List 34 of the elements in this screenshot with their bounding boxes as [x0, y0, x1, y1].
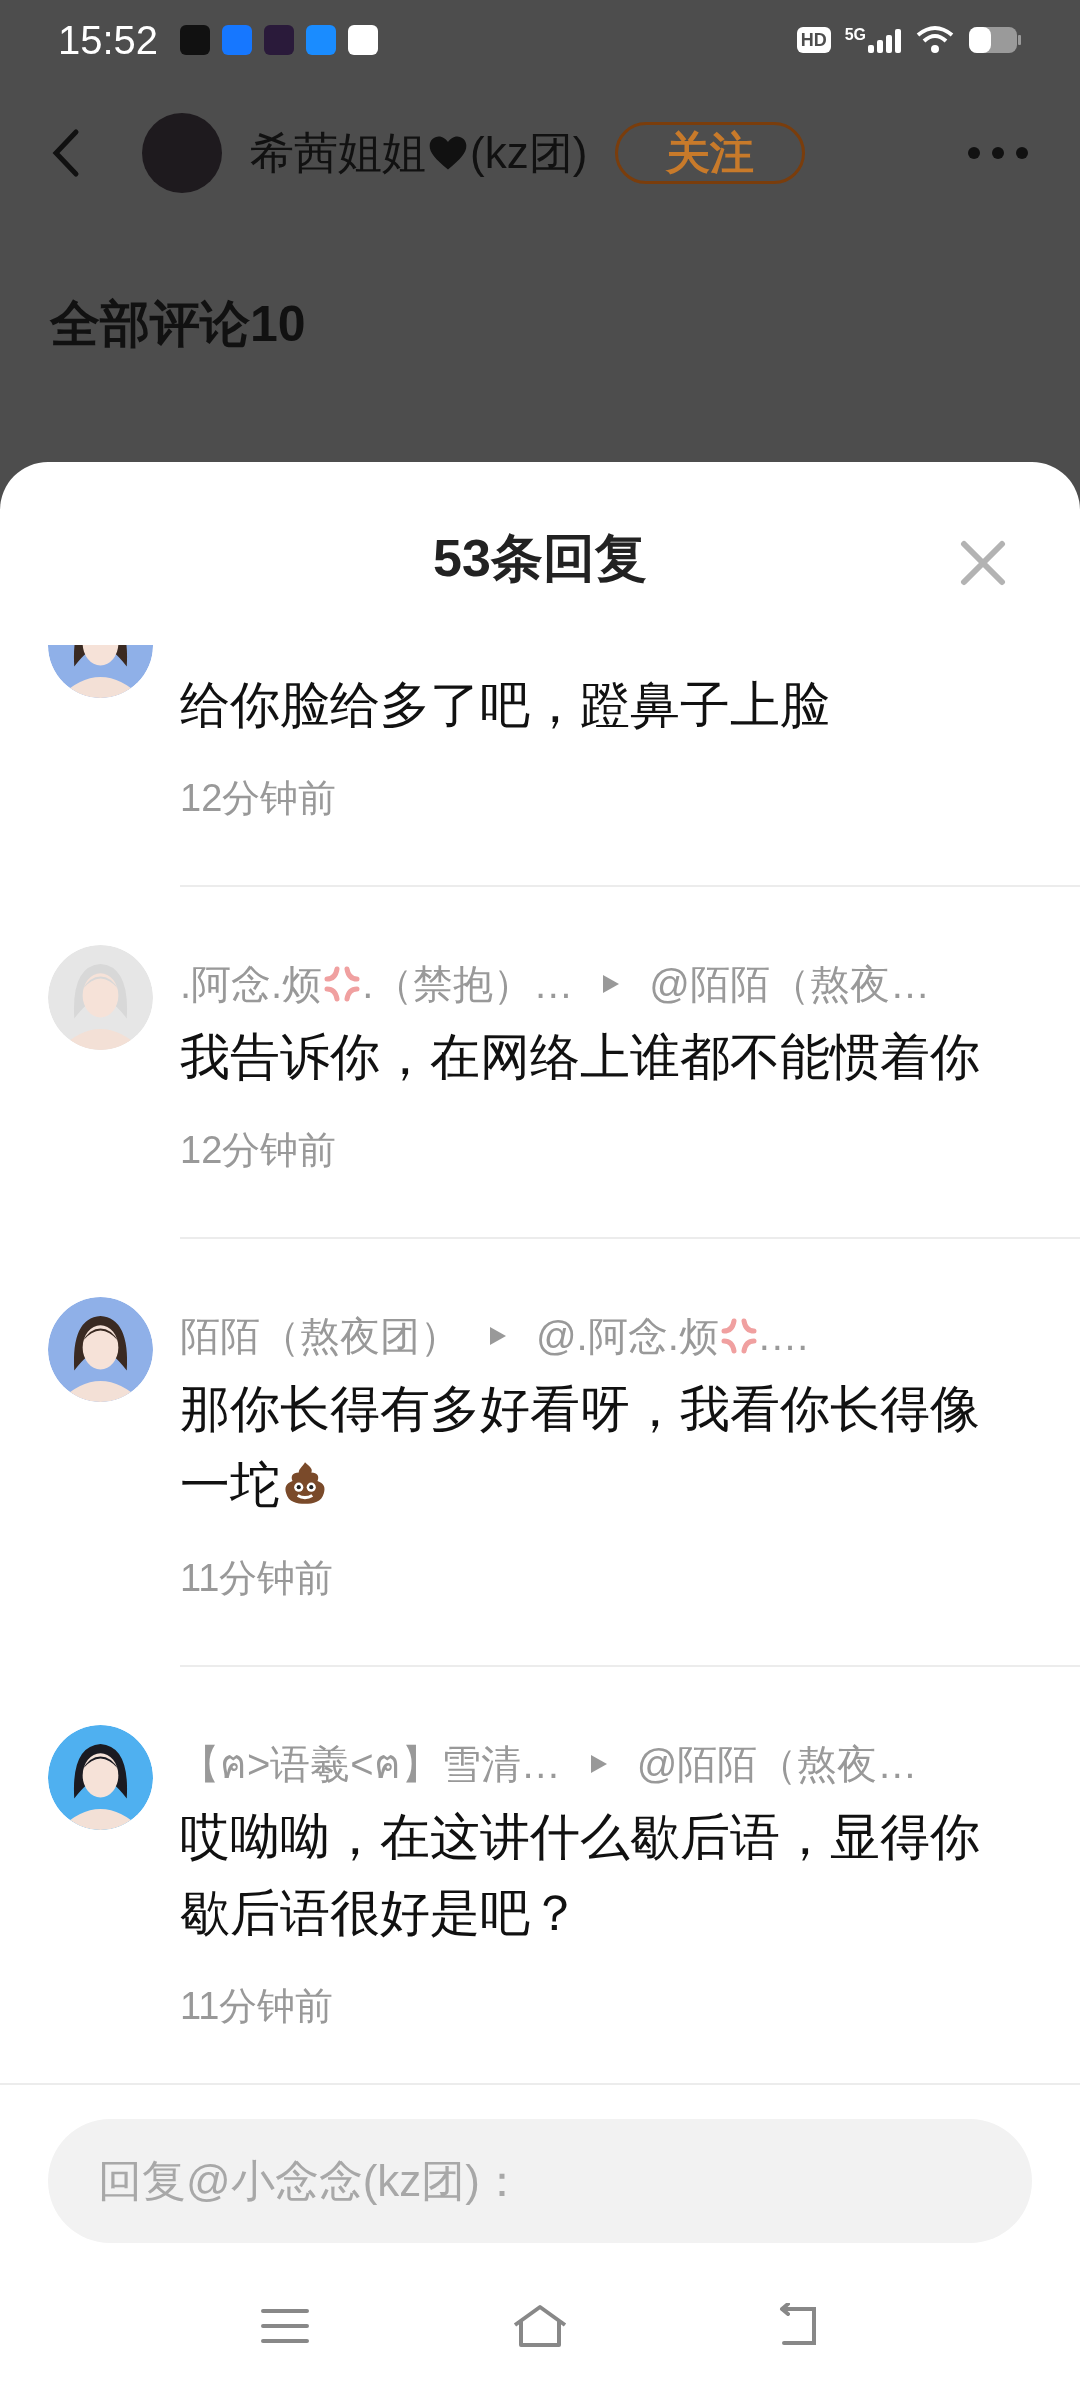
battery-icon — [968, 25, 1022, 55]
reply-arrow-icon — [588, 1753, 609, 1775]
reply-time: 11分钟前 — [180, 1555, 334, 1601]
reply-target: @陌陌（熬夜… — [636, 1741, 918, 1788]
home-icon[interactable] — [511, 2302, 569, 2349]
reply-time: 11分钟前 — [180, 1983, 334, 2029]
close-icon[interactable] — [960, 540, 1006, 586]
reply-target: .… — [758, 1313, 810, 1360]
commenter-name: 【ฅ>语羲<ฅ】雪清… — [180, 1741, 561, 1788]
signal-icon — [868, 27, 902, 53]
reply-time: 12分钟前 — [180, 1127, 337, 1173]
more-icon[interactable] — [966, 144, 1030, 161]
wifi-icon — [916, 25, 954, 55]
reply-target: @.阿念.烦 — [536, 1313, 719, 1360]
back-icon[interactable] — [50, 127, 80, 178]
clock: 15:52 — [58, 17, 159, 64]
network-label: 5G — [844, 27, 866, 43]
reply-text: 哎呦呦，在这讲什么歇后语，显得你歇后语很好是吧？ — [180, 1808, 981, 1943]
reply-text: 给你脸给多了吧，蹬鼻子上脸 — [180, 676, 831, 735]
sheet-title: 53条回复 — [433, 532, 647, 589]
commenter-name: .阿念.烦 — [180, 961, 323, 1008]
reply-time: 12分钟前 — [180, 775, 337, 821]
user-name: 希茜姐姐 — [250, 126, 426, 179]
reply-arrow-icon — [488, 1325, 508, 1347]
reply-text: 我告诉你，在网络上谁都不能惯着你 — [180, 1028, 981, 1087]
commenter-name: .（禁抱）… — [362, 961, 574, 1008]
reply-field[interactable]: 回复@小念念(kz团)： — [48, 2119, 1032, 2243]
user-name: (kz团) — [470, 126, 588, 179]
reply-text: 那你长得有多好看呀，我看你长得像一坨 — [180, 1380, 981, 1515]
section-title: 全部评论10 — [50, 296, 306, 352]
hd-badge: HD — [796, 27, 831, 53]
commenter-name: 陌陌（熬夜团） — [180, 1313, 460, 1360]
follow-button[interactable]: 关注 — [615, 121, 806, 184]
reply-target: @陌陌（熬夜… — [649, 961, 930, 1008]
